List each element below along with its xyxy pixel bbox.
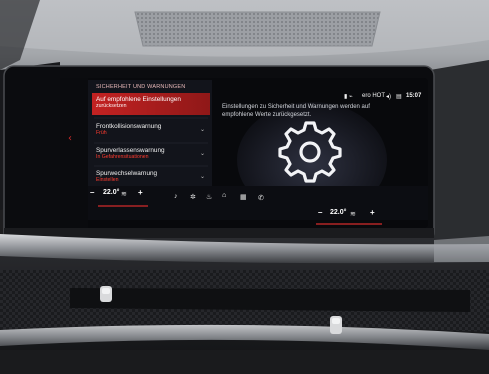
chevron-down-icon: ⌄ [199, 127, 205, 133]
chevron-left-icon[interactable]: ‹ [68, 133, 72, 144]
home-icon[interactable]: ⌂ [222, 192, 226, 199]
menu-item-subtitle: Früh [96, 130, 107, 136]
menu-item-reset-recommended[interactable]: Auf empfohlene Einstellungen zurücksetze… [96, 96, 208, 109]
temp-up-right-button[interactable]: + [370, 208, 375, 217]
seat-heat-icon[interactable]: ≋ [121, 190, 127, 198]
seat-heat-icon[interactable]: ♨ [206, 193, 212, 201]
phone-icon[interactable]: ✆ [258, 194, 264, 202]
reset-info-text: Einstellungen zu Sicherheit und Warnunge… [222, 104, 370, 118]
menu-item-lane-departure-warning[interactable]: Spurverlassenswarnung In Gefahrensituati… [96, 147, 208, 160]
fan-icon[interactable]: ✲ [190, 193, 196, 201]
menu-header: SICHERHEIT UND WARNUNGEN [96, 84, 186, 90]
menu-item-front-collision-warning[interactable]: Frontkollisionswarnung Früh ⌄ [96, 123, 208, 136]
menu-item-title: Spurwechselwarnung [96, 170, 158, 177]
temp-left-value[interactable]: 22.0° [103, 189, 119, 196]
chevron-down-icon: ⌄ [199, 174, 205, 180]
temp-right-value[interactable]: 22.0° [330, 209, 346, 216]
menu-item-title: Spurverlassenswarnung [96, 147, 165, 154]
menu-item-subtitle: zurücksetzen [96, 103, 127, 109]
temp-down-left-button[interactable]: – [90, 188, 94, 197]
menu-item-title: Frontkollisionswarnung [96, 123, 162, 130]
speaker-icon: ◂) [386, 94, 392, 100]
connectivity-icon: ▮ ⌁ [344, 94, 353, 100]
vent-knob-left [100, 286, 112, 302]
seat-heat-icon[interactable]: ≋ [350, 210, 356, 218]
temp-down-right-button[interactable]: – [318, 208, 322, 217]
menu-item-subtitle: In Gefahrensituationen [96, 154, 149, 160]
profile-name: ero HOT [362, 93, 386, 99]
clock-time: 15:07 [406, 93, 422, 99]
grid-icon[interactable]: ▦ [240, 193, 247, 201]
menu-item-subtitle: Einstellen [96, 177, 119, 183]
temp-up-left-button[interactable]: + [138, 188, 143, 197]
calendar-icon: ▤ [396, 94, 402, 100]
vent-knob-right [330, 316, 342, 334]
chevron-down-icon: ⌄ [199, 151, 205, 157]
car-dashboard-photo: ‹ [0, 0, 489, 374]
menu-item-lane-change-warning[interactable]: Spurwechselwarnung Einstellen ⌄ [96, 170, 208, 183]
music-note-icon[interactable]: ♪ [174, 193, 178, 200]
menu-item-title: Auf empfohlene Einstellungen [96, 96, 181, 103]
